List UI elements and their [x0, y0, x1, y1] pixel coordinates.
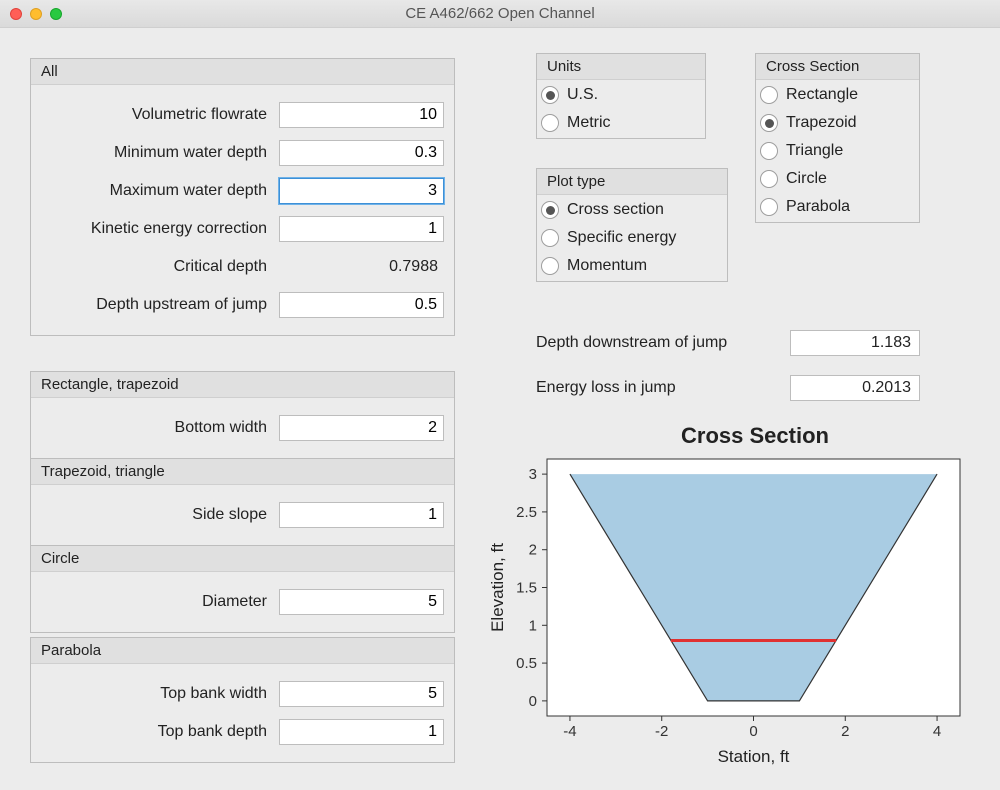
shape-rectangle-label: Rectangle — [786, 86, 858, 104]
panel-rect-trap: Rectangle, trapezoid Bottom width — [30, 371, 455, 459]
units-us-label: U.S. — [567, 86, 598, 104]
kinetic-label: Kinetic energy correction — [41, 220, 267, 238]
radio-icon — [541, 114, 559, 132]
svg-text:3: 3 — [529, 466, 537, 483]
chart-title: Cross Section — [535, 423, 975, 449]
panel-all: All Volumetric flowrate Minimum water de… — [30, 58, 455, 336]
radio-icon — [541, 201, 559, 219]
panel-cross-section: Cross Section Rectangle Trapezoid Triang… — [755, 53, 920, 223]
svg-text:2.5: 2.5 — [516, 504, 537, 521]
radio-icon — [760, 114, 778, 132]
panel-units-title: Units — [537, 54, 705, 80]
window-titlebar: CE A462/662 Open Channel — [0, 0, 1000, 28]
top-depth-input[interactable] — [279, 719, 444, 745]
plot-cross-label: Cross section — [567, 201, 664, 219]
svg-text:Elevation, ft: Elevation, ft — [488, 543, 507, 632]
close-icon[interactable] — [10, 8, 22, 20]
diameter-input[interactable] — [279, 589, 444, 615]
min-depth-input[interactable] — [279, 140, 444, 166]
panel-all-title: All — [31, 59, 454, 85]
shape-radio-triangle[interactable]: Triangle — [760, 142, 915, 160]
downstream-value: 1.183 — [790, 330, 920, 356]
svg-text:1: 1 — [529, 617, 537, 634]
window-title: CE A462/662 Open Channel — [0, 5, 1000, 22]
plot-radio-cross[interactable]: Cross section — [541, 201, 723, 219]
max-depth-label: Maximum water depth — [41, 182, 267, 200]
shape-radio-rectangle[interactable]: Rectangle — [760, 86, 915, 104]
kinetic-input[interactable] — [279, 216, 444, 242]
zoom-icon[interactable] — [50, 8, 62, 20]
panel-trap-tri: Trapezoid, triangle Side slope — [30, 458, 455, 546]
svg-text:-2: -2 — [655, 723, 668, 740]
min-depth-label: Minimum water depth — [41, 144, 267, 162]
svg-text:1.5: 1.5 — [516, 580, 537, 597]
panel-units: Units U.S. Metric — [536, 53, 706, 139]
panel-parabola-title: Parabola — [31, 638, 454, 664]
volumetric-flowrate-input[interactable] — [279, 102, 444, 128]
shape-triangle-label: Triangle — [786, 142, 843, 160]
critical-depth-value: 0.7988 — [279, 254, 444, 280]
eloss-label: Energy loss in jump — [536, 379, 676, 397]
svg-text:0: 0 — [529, 693, 537, 710]
units-metric-label: Metric — [567, 114, 611, 132]
panel-plot-type-title: Plot type — [537, 169, 727, 195]
shape-circle-label: Circle — [786, 170, 827, 188]
side-slope-input[interactable] — [279, 502, 444, 528]
svg-text:0.5: 0.5 — [516, 655, 537, 672]
top-width-input[interactable] — [279, 681, 444, 707]
eloss-value: 0.2013 — [790, 375, 920, 401]
plot-radio-momentum[interactable]: Momentum — [541, 257, 723, 275]
shape-radio-circle[interactable]: Circle — [760, 170, 915, 188]
chart-svg: -4 -2 0 2 4 0 0.5 1 1.5 2 2.5 3 Station, ft Elevation… — [485, 449, 975, 774]
critical-depth-label: Critical depth — [41, 258, 267, 276]
top-depth-label: Top bank depth — [41, 723, 267, 741]
bottom-width-input[interactable] — [279, 415, 444, 441]
diameter-label: Diameter — [41, 593, 267, 611]
radio-icon — [760, 142, 778, 160]
shape-trapezoid-label: Trapezoid — [786, 114, 857, 132]
shape-parabola-label: Parabola — [786, 198, 850, 216]
panel-circle-title: Circle — [31, 546, 454, 572]
svg-text:2: 2 — [841, 723, 849, 740]
svg-text:Station, ft: Station, ft — [718, 747, 790, 766]
bottom-width-label: Bottom width — [41, 419, 267, 437]
volumetric-flowrate-label: Volumetric flowrate — [41, 106, 267, 124]
upstream-label: Depth upstream of jump — [41, 296, 267, 314]
plot-radio-energy[interactable]: Specific energy — [541, 229, 723, 247]
svg-text:2: 2 — [529, 542, 537, 559]
panel-plot-type: Plot type Cross section Specific energy … — [536, 168, 728, 282]
radio-icon — [541, 229, 559, 247]
plot-energy-label: Specific energy — [567, 229, 676, 247]
shape-radio-trapezoid[interactable]: Trapezoid — [760, 114, 915, 132]
shape-radio-parabola[interactable]: Parabola — [760, 198, 915, 216]
svg-text:0: 0 — [749, 723, 757, 740]
panel-parabola: Parabola Top bank width Top bank depth — [30, 637, 455, 763]
radio-icon — [760, 86, 778, 104]
panel-trap-tri-title: Trapezoid, triangle — [31, 459, 454, 485]
upstream-input[interactable] — [279, 292, 444, 318]
side-slope-label: Side slope — [41, 506, 267, 524]
svg-text:-4: -4 — [563, 723, 576, 740]
minimize-icon[interactable] — [30, 8, 42, 20]
max-depth-input[interactable] — [279, 178, 444, 204]
radio-icon — [541, 86, 559, 104]
plot-momentum-label: Momentum — [567, 257, 647, 275]
units-radio-us[interactable]: U.S. — [541, 86, 701, 104]
top-width-label: Top bank width — [41, 685, 267, 703]
radio-icon — [541, 257, 559, 275]
svg-text:4: 4 — [933, 723, 941, 740]
panel-rect-trap-title: Rectangle, trapezoid — [31, 372, 454, 398]
units-radio-metric[interactable]: Metric — [541, 114, 701, 132]
radio-icon — [760, 198, 778, 216]
panel-circle: Circle Diameter — [30, 545, 455, 633]
panel-cross-section-title: Cross Section — [756, 54, 919, 80]
downstream-label: Depth downstream of jump — [536, 334, 727, 352]
chart: Cross Section -4 -2 0 2 4 0 0.5 1 1.5 2 2.5 3 Statio… — [485, 423, 975, 778]
radio-icon — [760, 170, 778, 188]
